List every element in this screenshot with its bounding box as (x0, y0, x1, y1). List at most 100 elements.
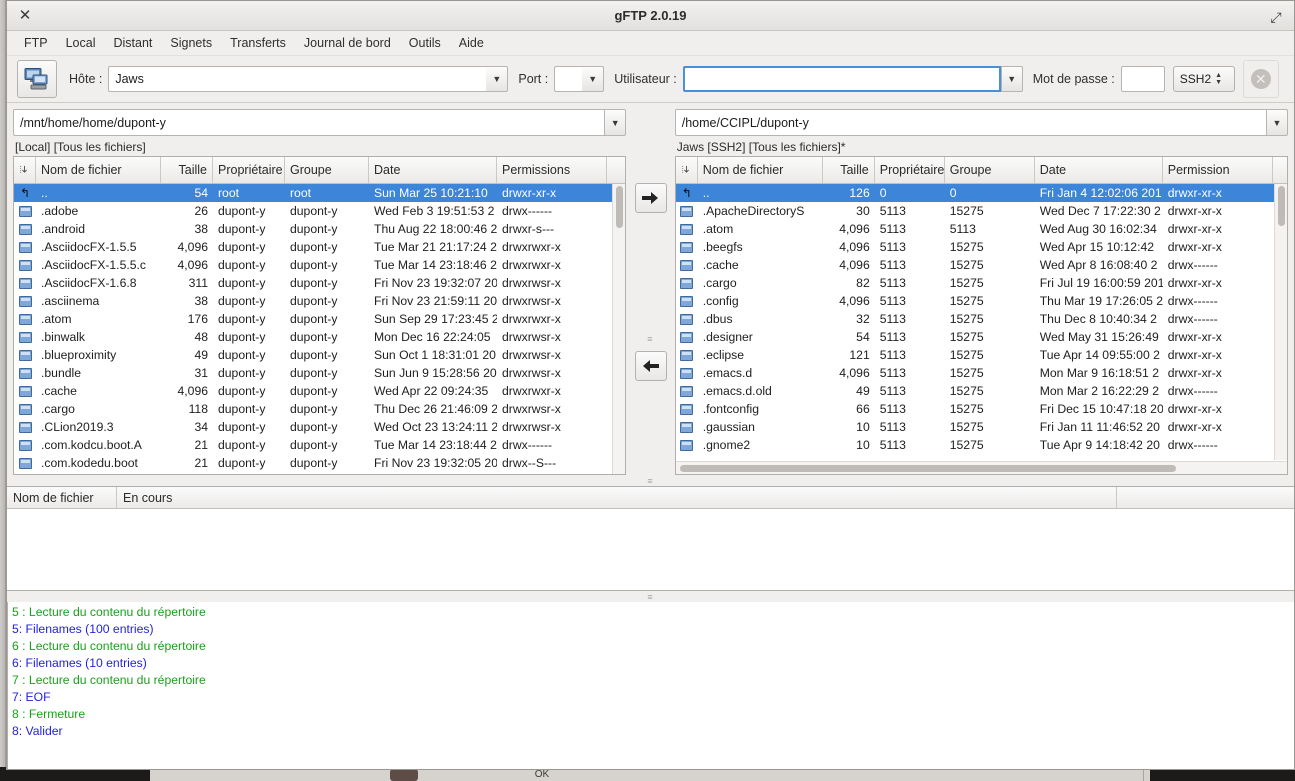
remote-row[interactable]: .fontconfig 66 5113 15275 Fri Dec 15 10:47:1… (676, 400, 1287, 418)
local-row[interactable]: .AsciidocFX-1.5.5 4,096 dupont-y dupont-y Tu… (14, 238, 625, 256)
menu-distant[interactable]: Distant (105, 33, 162, 53)
transfer-column-header[interactable]: Nom de fichier (7, 487, 117, 508)
download-button[interactable] (634, 351, 667, 381)
remote-row[interactable]: .gaussian 10 5113 15275 Fri Jan 11 11:46:52 … (676, 418, 1287, 436)
local-row[interactable]: .atom 176 dupont-y dupont-y Sun Sep 29 17:23… (14, 310, 625, 328)
remote-row[interactable]: .dbus 32 5113 15275 Thu Dec 8 10:40:34 2 drwx… (676, 310, 1287, 328)
local-row[interactable]: .bundle 31 dupont-y dupont-y Sun Jun 9 15:28… (14, 364, 625, 382)
maximize-icon[interactable]: ⤢ (1266, 7, 1286, 27)
menu-journal-de-bord[interactable]: Journal de bord (295, 33, 400, 53)
transfer-column-header[interactable]: En cours (117, 487, 1117, 508)
local-row[interactable]: .com.kodcu.boot.A 21 dupont-y dupont-y Tue M… (14, 436, 625, 454)
local-column-header[interactable]: Groupe (285, 157, 369, 183)
local-row[interactable]: .AsciidocFX-1.6.8 311 dupont-y dupont-y Fri … (14, 274, 625, 292)
local-row[interactable]: .blueproximity 49 dupont-y dupont-y Sun Oct … (14, 346, 625, 364)
remote-horizontal-scrollbar[interactable] (675, 461, 1287, 474)
local-row[interactable]: .CLion2019.3 34 dupont-y dupont-y Wed Oct 23… (14, 418, 625, 436)
local-vertical-scrollbar[interactable] (612, 184, 626, 474)
local-cell-permissions: drwxrwsr-x (502, 402, 561, 416)
host-dropdown-icon[interactable]: ▼ (486, 66, 509, 92)
remote-row[interactable]: .cache 4,096 5113 15275 Wed Apr 8 16:08:40 2… (676, 256, 1287, 274)
local-path-input[interactable]: /mnt/home/home/dupont-y (13, 109, 605, 136)
remote-column-header[interactable]: Date (1034, 157, 1163, 183)
local-sort-indicator[interactable] (14, 157, 36, 183)
local-cell-group: dupont-y (290, 276, 338, 290)
remote-row[interactable]: .emacs.d 4,096 5113 15275 Mon Mar 9 16:18:51… (676, 364, 1287, 382)
transfer-queue-body[interactable] (7, 509, 1294, 590)
local-column-header[interactable]: Nom de fichier (36, 157, 161, 183)
local-column-header[interactable]: Date (369, 157, 497, 183)
menu-transferts[interactable]: Transferts (221, 33, 295, 53)
menu-aide[interactable]: Aide (450, 33, 493, 53)
local-cell-permissions: drwxr-xr-x (502, 186, 557, 200)
remote-row[interactable]: .cargo 82 5113 15275 Fri Jul 19 16:00:59 201… (676, 274, 1287, 292)
sort-descending-icon (681, 165, 689, 174)
remote-column-header[interactable]: Taille (822, 157, 875, 183)
upload-button[interactable] (634, 183, 667, 213)
remote-row[interactable]: .beegfs 4,096 5113 15275 Wed Apr 15 10:12:42… (676, 238, 1287, 256)
remote-row[interactable]: .eclipse 121 5113 15275 Tue Apr 14 09:55:00 … (676, 346, 1287, 364)
pane-splitter-grip[interactable]: ≡ (647, 334, 653, 344)
log-panel[interactable]: 5 : Lecture du contenu du répertoire 5: F… (7, 602, 1294, 769)
remote-column-header[interactable]: Propriétaire (874, 157, 945, 183)
remote-cell-group: 15275 (949, 204, 984, 218)
local-column-header[interactable]: Permissions (497, 157, 607, 183)
port-input[interactable] (554, 66, 583, 92)
window-title: gFTP 2.0.19 (614, 8, 687, 23)
remote-pane: /home/CCIPL/dupont-y ▼ Jaws [SSH2] [Tous… (674, 109, 1288, 475)
remote-cell-date: Tue Apr 14 09:55:00 2 (1039, 348, 1160, 362)
local-row[interactable]: .android 38 dupont-y dupont-y Thu Aug 22 18:… (14, 220, 625, 238)
remote-cell-filename: .eclipse (702, 348, 745, 362)
local-row[interactable]: .cargo 118 dupont-y dupont-y Thu Dec 26 21:4… (14, 400, 625, 418)
remote-cell-filename: .. (702, 186, 710, 200)
local-column-header[interactable]: Taille (161, 157, 213, 183)
remote-row[interactable]: .config 4,096 5113 15275 Thu Mar 19 17:26:05… (676, 292, 1287, 310)
remote-row[interactable]: .designer 54 5113 15275 Wed May 31 15:26:49 … (676, 328, 1287, 346)
local-row[interactable]: .com.kodedu.boot 21 dupont-y dupont-y Fri No… (14, 454, 625, 472)
remote-column-header[interactable]: Nom de fichier (697, 157, 823, 183)
remote-row[interactable]: ↰.. 126 0 0 Fri Jan 4 12:02:06 201 drwxr-xr-x (675, 184, 1287, 202)
local-row[interactable]: .asciinema 38 dupont-y dupont-y Fri Nov 23 2… (14, 292, 625, 310)
menu-signets[interactable]: Signets (161, 33, 221, 53)
local-row[interactable]: .adobe 26 dupont-y dupont-y Wed Feb 3 19:51:… (14, 202, 625, 220)
remote-row[interactable]: .ApacheDirectoryS 30 5113 15275 Wed Dec 7 17… (676, 202, 1287, 220)
port-dropdown-icon[interactable]: ▼ (582, 66, 605, 92)
menu-outils[interactable]: Outils (400, 33, 450, 53)
local-filelist-body[interactable]: ↰.. 54 root root Sun Mar 25 10:21:10 drwxr-x… (14, 184, 626, 474)
remote-vertical-scrollbar[interactable] (1274, 184, 1287, 460)
spinner-arrows-icon[interactable]: ▲ ▼ (1215, 72, 1222, 86)
local-row[interactable]: .cache 4,096 dupont-y dupont-y Wed Apr 22 09… (14, 382, 625, 400)
local-pane: /mnt/home/home/dupont-y ▼ [Local] [Tous … (13, 109, 627, 475)
local-column-header[interactable]: Propriétaire (213, 157, 285, 183)
remote-cell-owner: 5113 (879, 384, 906, 398)
local-row[interactable]: .AsciidocFX-1.5.5.c 4,096 dupont-y dupont-y… (14, 256, 625, 274)
remote-sort-indicator[interactable] (675, 157, 698, 183)
remote-filelist-header: Nom de fichier Taille Propriétaire Groupe Da… (675, 157, 1287, 184)
folder-icon (14, 241, 36, 253)
remote-column-header[interactable]: Groupe (944, 157, 1035, 183)
remote-path-input[interactable]: /home/CCIPL/dupont-y (674, 109, 1266, 136)
transfer-log-splitter[interactable]: ≡ (7, 591, 1294, 602)
remote-column-header[interactable]: Permission (1162, 157, 1273, 183)
stop-button[interactable]: ✕ (1242, 60, 1279, 98)
user-input[interactable] (682, 66, 1001, 92)
folder-icon (14, 349, 36, 361)
site-manager-button[interactable] (17, 60, 57, 98)
panes-transfer-splitter[interactable]: ≡ (7, 475, 1294, 486)
remote-path-dropdown-icon[interactable]: ▼ (1266, 109, 1288, 136)
host-input[interactable]: Jaws (108, 66, 487, 92)
protocol-selector[interactable]: SSH2 ▲ ▼ (1172, 66, 1235, 92)
user-dropdown-icon[interactable]: ▼ (1000, 66, 1023, 92)
remote-row[interactable]: .gnome2 10 5113 15275 Tue Apr 9 14:18:42 20 d… (676, 436, 1287, 454)
local-row[interactable]: ↰.. 54 root root Sun Mar 25 10:21:10 drwxr-x… (14, 184, 626, 202)
remote-row[interactable]: .atom 4,096 5113 5113 Wed Aug 30 16:02:34 dr… (676, 220, 1287, 238)
remote-filelist-body[interactable]: ↰.. 126 0 0 Fri Jan 4 12:02:06 201 drwxr-xr-x… (675, 184, 1287, 461)
local-path-dropdown-icon[interactable]: ▼ (604, 109, 627, 136)
local-cell-permissions: drwxrwsr-x (502, 276, 561, 290)
local-cell-owner: dupont-y (218, 366, 266, 380)
menu-ftp[interactable]: FTP (15, 33, 57, 53)
password-input[interactable] (1120, 66, 1165, 92)
remote-row[interactable]: .emacs.d.old 49 5113 15275 Mon Mar 2 16:22:2… (676, 382, 1287, 400)
local-row[interactable]: .binwalk 48 dupont-y dupont-y Mon Dec 16 22:… (14, 328, 625, 346)
menu-local[interactable]: Local (57, 33, 105, 53)
